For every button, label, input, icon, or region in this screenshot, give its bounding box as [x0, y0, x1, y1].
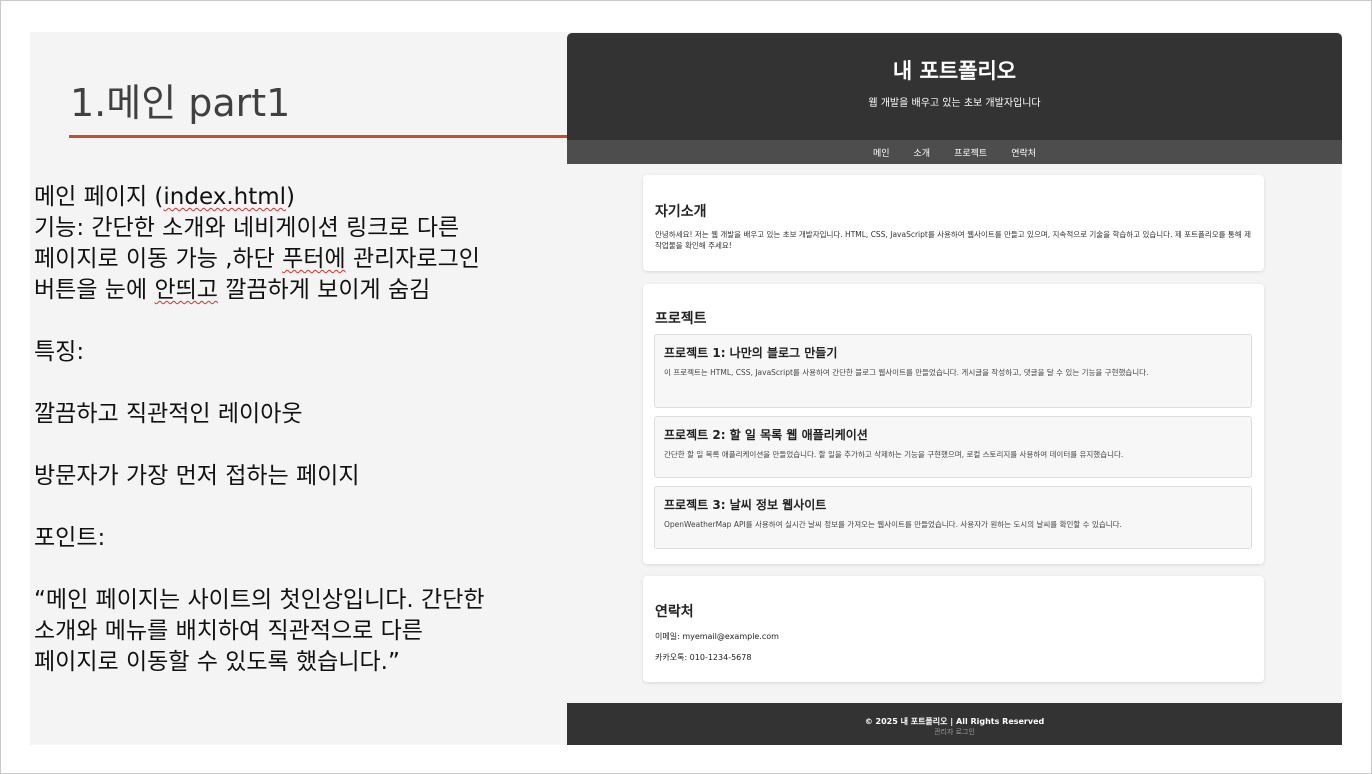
text-run: 페이지로 이동 가능 ,하단: [34, 246, 283, 272]
site-header: 내 포트폴리오 웹 개발을 배우고 있는 초보 개발자입니다: [567, 33, 1342, 140]
quote-line: 페이지로 이동할 수 있도록 했습니다.”: [34, 649, 400, 675]
spellcheck-word: 푸터에: [282, 246, 346, 272]
contact-section: 연락처 이메일: myemail@example.com 카카오톡: 010-1…: [643, 576, 1264, 682]
slide-body-text: 메인 페이지 (index.html) 기능: 간단한 소개와 네비게이션 링크…: [34, 182, 574, 678]
nav-link-main[interactable]: 메인: [873, 146, 890, 159]
intro-section: 자기소개 안녕하세요! 저는 웹 개발을 배우고 있는 초보 개발자입니다. H…: [643, 175, 1264, 271]
title-underline-rule: [69, 135, 569, 138]
footer-copyright: © 2025 내 포트폴리오 | All Rights Reserved: [864, 717, 1045, 726]
body-line-hidden-button: 버튼을 눈에 안띄고 깔끔하게 보이게 숨김: [34, 275, 574, 306]
site-nav: 메인 소개 프로젝트 연락처: [567, 140, 1342, 164]
quote-line: 소개와 메뉴를 배치하여 직관적으로 다른: [34, 618, 423, 644]
projects-heading: 프로젝트: [655, 311, 707, 327]
slide-title: 1.메인 part1: [70, 81, 291, 125]
site-title: 내 포트폴리오: [892, 59, 1017, 83]
intro-text: 안녕하세요! 저는 웹 개발을 배우고 있는 초보 개발자입니다. HTML, …: [655, 230, 1251, 250]
project-title: 프로젝트 1: 나만의 블로그 만들기: [664, 346, 838, 360]
spellcheck-word: 안띄고: [154, 277, 218, 303]
nav-link-projects[interactable]: 프로젝트: [954, 146, 987, 159]
project-card: 프로젝트 2: 할 일 목록 웹 애플리케이션 간단한 할 일 목록 애플리케이…: [654, 416, 1252, 478]
nav-link-about[interactable]: 소개: [914, 146, 931, 159]
nav-link-contact[interactable]: 연락처: [1011, 146, 1036, 159]
body-line-function: 기능: 간단한 소개와 네비게이션 링크로 다른: [34, 215, 460, 241]
point-label: 포인트:: [34, 525, 106, 551]
site-footer: © 2025 내 포트폴리오 | All Rights Reserved 관리자…: [567, 703, 1342, 745]
website-screenshot: 내 포트폴리오 웹 개발을 배우고 있는 초보 개발자입니다 메인 소개 프로젝…: [567, 33, 1342, 745]
project-title: 프로젝트 2: 할 일 목록 웹 애플리케이션: [664, 428, 868, 442]
site-subtitle: 웹 개발을 배우고 있는 초보 개발자입니다: [868, 98, 1041, 109]
projects-section: 프로젝트 프로젝트 1: 나만의 블로그 만들기 이 프로젝트는 HTML, C…: [643, 284, 1264, 564]
text-run: 버튼을 눈에: [34, 277, 155, 303]
project-desc: 이 프로젝트는 HTML, CSS, JavaScript를 사용하여 간단한 …: [664, 368, 1149, 377]
body-line-navigation: 페이지로 이동 가능 ,하단 푸터에 관리자로그인: [34, 244, 574, 275]
admin-login-link[interactable]: 관리자 로그인: [567, 727, 1342, 737]
text-run: 관리자로그인: [345, 246, 480, 272]
project-desc: OpenWeatherMap API를 사용하여 실시간 날씨 정보를 가져오는…: [664, 520, 1122, 529]
project-desc: 간단한 할 일 목록 애플리케이션을 만들었습니다. 할 일을 추가하고 삭제하…: [664, 450, 1124, 459]
text-run: 깔끔하게 보이게 숨김: [217, 277, 431, 303]
presentation-slide: 1.메인 part1 메인 페이지 (index.html) 기능: 간단한 소…: [30, 32, 1342, 745]
contact-heading: 연락처: [655, 604, 694, 620]
text-run: ): [286, 184, 296, 210]
intro-heading: 자기소개: [655, 204, 707, 220]
features-label: 특징:: [34, 339, 85, 365]
contact-kakao: 카카오톡: 010-1234-5678: [655, 653, 752, 662]
text-run: 메인 페이지 (: [34, 184, 164, 210]
contact-email: 이메일: myemail@example.com: [655, 632, 779, 641]
project-card: 프로젝트 1: 나만의 블로그 만들기 이 프로젝트는 HTML, CSS, J…: [654, 334, 1252, 408]
project-title: 프로젝트 3: 날씨 정보 웹사이트: [664, 498, 827, 512]
feature-item: 깔끔하고 직관적인 레이아웃: [34, 401, 303, 427]
project-card: 프로젝트 3: 날씨 정보 웹사이트 OpenWeatherMap API를 사…: [654, 486, 1252, 549]
spellcheck-word: index.html: [163, 184, 287, 210]
feature-item: 방문자가 가장 먼저 접하는 페이지: [34, 463, 360, 489]
quote-line: “메인 페이지는 사이트의 첫인상입니다. 간단한: [34, 587, 485, 613]
body-line-main-page: 메인 페이지 (index.html): [34, 182, 574, 213]
